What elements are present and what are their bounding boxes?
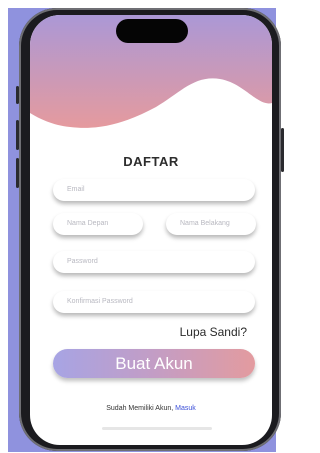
login-link[interactable]: Masuk — [175, 405, 196, 412]
login-prompt-text: Sudah Memiliki Akun, — [106, 405, 174, 412]
page-title: DAFTAR — [123, 154, 179, 169]
volume-up-button — [16, 120, 19, 150]
email-field[interactable]: Email — [53, 179, 255, 201]
dynamic-island — [116, 19, 188, 43]
password-field[interactable]: Password — [53, 251, 255, 273]
confirm-password-field[interactable]: Konfirmasi Password — [53, 291, 255, 313]
first-name-field[interactable]: Nama Depan — [53, 213, 143, 235]
home-indicator — [102, 427, 212, 430]
volume-down-button — [16, 158, 19, 188]
power-button — [281, 128, 284, 172]
create-account-button[interactable]: Buat Akun — [53, 349, 255, 378]
phone-screen: DAFTAR Email Nama Depan Nama Belakang Pa… — [30, 15, 272, 445]
login-prompt: Sudah Memiliki Akun, Masuk — [30, 405, 272, 412]
forgot-password-link[interactable]: Lupa Sandi? — [180, 325, 247, 339]
last-name-field[interactable]: Nama Belakang — [166, 213, 256, 235]
action-button — [16, 86, 19, 104]
